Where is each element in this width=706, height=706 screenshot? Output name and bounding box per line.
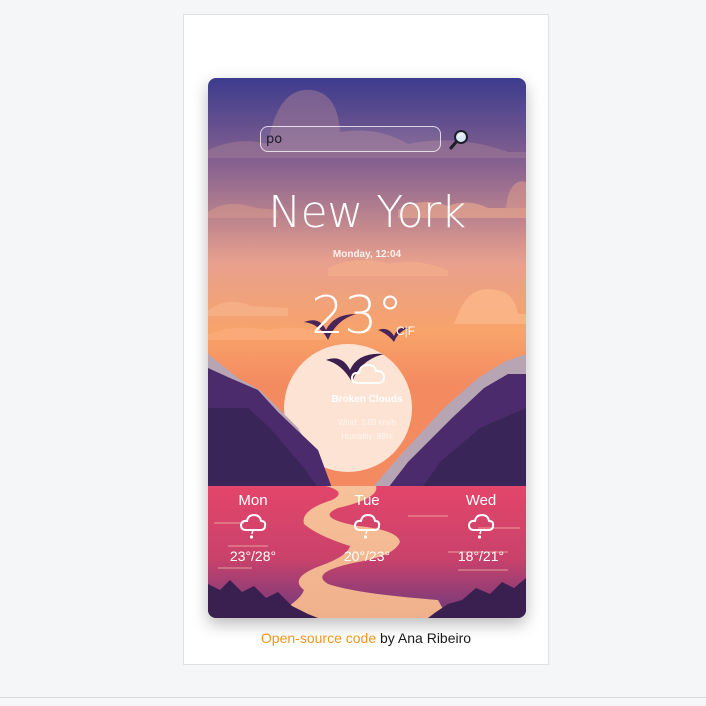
weather-app: New York Monday, 12:04 23° C|F Broken Cl… [208,78,526,618]
forecast-day-name: Tue [354,492,380,509]
forecast-day-tue: Tue 20°/23° [327,492,407,564]
rain-cloud-icon [240,514,267,539]
unit-separator: | [404,324,408,338]
wind-speed: Wind: 3.09 km/h [338,418,396,427]
forecast-temp: 23°/28° [229,548,277,564]
author-credit: by Ana Ribeiro [376,630,472,646]
rain-cloud-icon [354,514,381,539]
weather-description: Broken Clouds [331,394,403,405]
forecast-day-mon: Mon 23°/28° [213,492,293,564]
forecast-day-name: Mon [238,492,268,509]
forecast-day-wed: Wed 18°/21° [441,492,521,564]
search-button[interactable] [448,128,470,152]
forecast-day-name: Wed [465,492,497,509]
forecast-temp: 20°/23° [343,548,391,564]
forecast-temp: 18°/21° [457,548,505,564]
celsius-link[interactable]: C [396,324,405,338]
page-divider [0,697,706,698]
search-icon [449,130,468,150]
city-name: New York [268,187,466,238]
source-code-link[interactable]: Open-source code [261,630,376,646]
footer: Open-source code by Ana Ribeiro [183,630,549,646]
search-input[interactable] [260,126,441,152]
fahrenheit-link[interactable]: F [408,324,415,338]
unit-switch: C|F [396,324,415,338]
humidity: Humidity: 88% [341,432,393,441]
broken-clouds-icon [350,364,385,384]
current-temperature: 23° [311,286,404,346]
date-time: Monday, 12:04 [332,249,402,260]
rain-cloud-icon [468,514,495,539]
